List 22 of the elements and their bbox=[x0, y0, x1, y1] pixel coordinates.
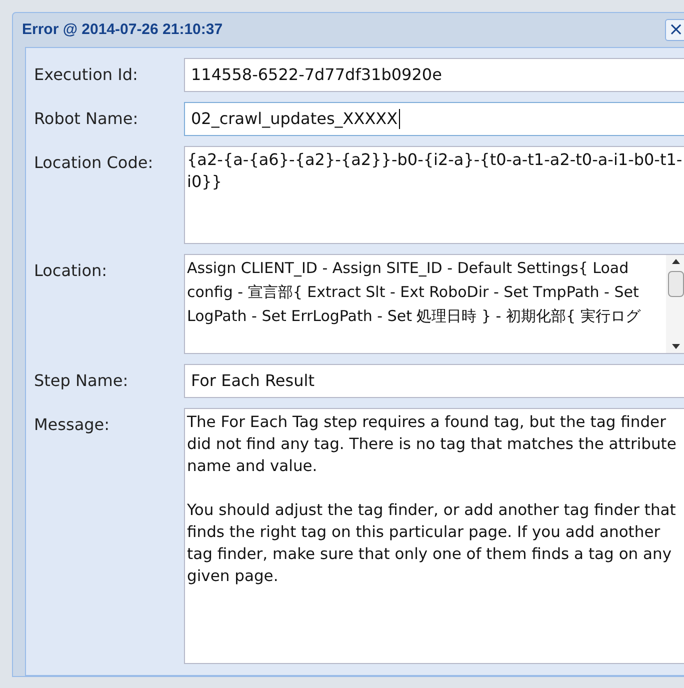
text-field[interactable]: 114558-6522-7d77df31b0920e bbox=[184, 58, 684, 92]
close-button[interactable]: × bbox=[665, 19, 684, 41]
text-area[interactable]: {a2-{a-{a6}-{a2}-{a2}}-b0-{i2-a}-{t0-a-t1-a2-t0-a-i1-b0-t1-i0}} bbox=[184, 146, 684, 244]
field-label: Location Code: bbox=[34, 152, 154, 174]
text-area[interactable]: Assign CLIENT_ID - Assign SITE_ID - Default Settings{ Load config - 宣言部{ Extract Slt - Ext RoboDir - Set TmpPath - Set LogPath - Set ErrLogPath - Set 処理日時 } - 初期化部{ 実行ログ bbox=[184, 254, 684, 354]
down-arrow-icon[interactable] bbox=[672, 344, 680, 349]
scrollbar[interactable] bbox=[666, 255, 684, 353]
field-label: Step Name: bbox=[34, 370, 130, 392]
up-arrow-icon[interactable] bbox=[672, 259, 680, 264]
field-label: Location: bbox=[34, 260, 108, 282]
message-area[interactable] bbox=[184, 408, 684, 664]
window-title: Error @ 2014-07-26 21:10:37 bbox=[22, 20, 223, 40]
scrollbar-thumb[interactable] bbox=[668, 271, 684, 297]
field-label: Robot Name: bbox=[34, 108, 140, 130]
text-cursor bbox=[398, 109, 400, 129]
message-paragraph: The For Each Tag step requires a found tag, but the tag finder did not find any tag. There is no tag that matches the attribute name and value. bbox=[187, 412, 678, 477]
message-paragraph: You should adjust the tag finder, or add another tag finder that finds the right tag on this particular page. If you add another tag finder, make sure that only one of them finds a tag on any given page. bbox=[187, 500, 677, 587]
text-field[interactable]: 02_crawl_updates_XXXXX bbox=[184, 102, 684, 136]
text-field[interactable]: For Each Result bbox=[184, 364, 684, 398]
field-label: Execution Id: bbox=[34, 64, 139, 86]
location-text: Assign CLIENT_ID - Assign SITE_ID - Default Settings{ Load config - 宣言部{ Extract Slt - Ext RoboDir - Set TmpPath - Set LogPath - Set ErrLogPath - Set 処理日時 } - 初期化部{ 実行ログ bbox=[187, 259, 640, 325]
field-label: Message: bbox=[34, 414, 111, 436]
